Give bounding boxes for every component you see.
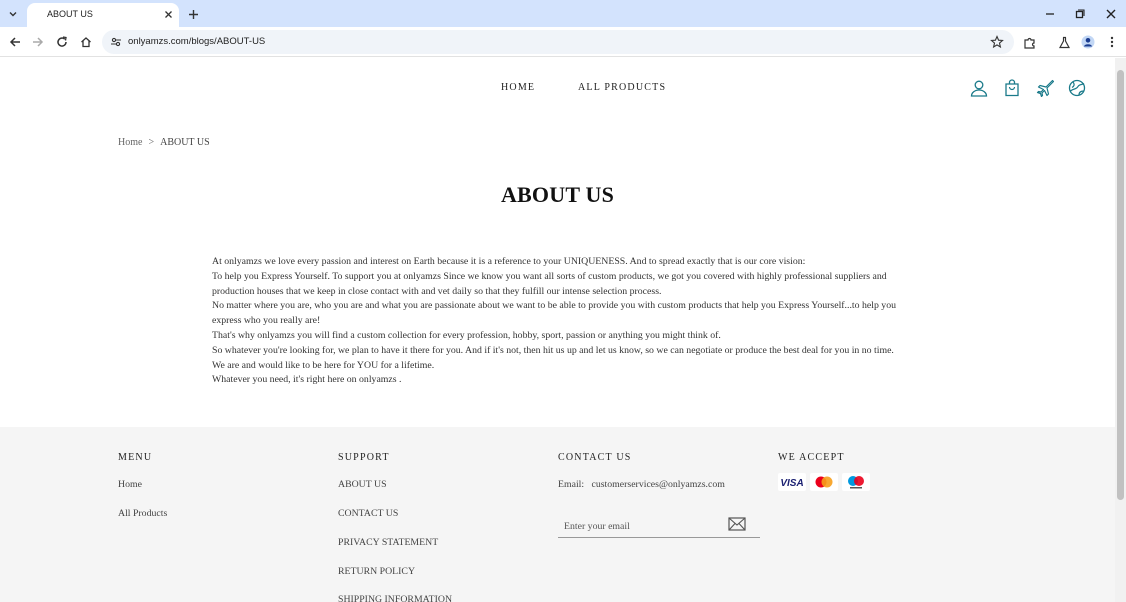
about-paragraph: To help you Express Yourself. To support… [212, 270, 887, 297]
footer-contact-heading: CONTACT US [558, 452, 632, 463]
footer-link-contact-us[interactable]: CONTACT US [338, 508, 398, 519]
airplane-icon[interactable] [1036, 79, 1054, 97]
globe-icon[interactable] [1068, 79, 1086, 97]
chevron-down-icon [9, 12, 17, 17]
more-vertical-icon [1110, 36, 1114, 48]
reload-icon [57, 36, 67, 47]
tab-close-button[interactable] [162, 8, 174, 20]
puzzle-icon [1023, 37, 1035, 49]
footer-payments-heading: WE ACCEPT [778, 452, 845, 463]
site-info-icon[interactable] [110, 36, 122, 48]
site-header: HOME ALL PRODUCTS [0, 58, 1115, 118]
arrow-left-icon [9, 37, 20, 47]
about-paragraph: No matter where you are, who you are and… [212, 300, 896, 327]
about-paragraph: That's why onlyamzs you will find a cust… [212, 329, 721, 341]
plus-icon [188, 9, 198, 19]
back-button[interactable] [6, 33, 24, 51]
envelope-send-icon[interactable] [728, 516, 746, 532]
restore-icon [1075, 9, 1085, 19]
home-icon [81, 37, 91, 48]
footer-link-shipping-information[interactable]: SHIPPING INFORMATION [338, 594, 452, 602]
breadcrumb-separator: > [148, 137, 155, 148]
close-icon [1106, 9, 1116, 19]
maestro-card-icon [842, 473, 870, 491]
profile-button[interactable] [1079, 33, 1097, 51]
footer-support-column: SUPPORT ABOUT US CONTACT US PRIVACY STAT… [338, 452, 452, 602]
minimize-button[interactable] [1041, 5, 1059, 23]
profile-avatar-icon [1081, 35, 1095, 49]
scrollbar-thumb[interactable] [1117, 70, 1124, 500]
footer-link-return-policy[interactable]: RETURN POLICY [338, 566, 415, 577]
flask-icon [1058, 36, 1070, 48]
browser-toolbar: onlyamzs.com/blogs/ABOUT-US [0, 27, 1126, 57]
newsletter-email-input[interactable] [564, 518, 714, 534]
close-icon [164, 10, 172, 18]
browser-menu-button[interactable] [1103, 33, 1121, 51]
about-paragraph: At onlyamzs we love every passion and in… [212, 256, 806, 267]
arrow-right-icon [33, 37, 44, 47]
breadcrumb-current: ABOUT US [160, 137, 210, 148]
nav-all-products-link[interactable]: ALL PRODUCTS [578, 82, 666, 93]
user-account-icon[interactable] [970, 79, 988, 97]
bookmark-star-icon[interactable] [990, 35, 1004, 49]
newsletter-form [558, 514, 760, 538]
footer-menu-heading: MENU [118, 452, 153, 463]
about-content: At onlyamzs we love every passion and in… [212, 255, 902, 388]
address-bar[interactable]: onlyamzs.com/blogs/ABOUT-US [102, 30, 1014, 54]
footer-contact-column: CONTACT US Email: customerservices@onlya… [558, 452, 768, 538]
tab-search-button[interactable] [4, 5, 22, 23]
footer-email-line: Email: customerservices@onlyamzs.com [558, 479, 725, 490]
page-scrollbar[interactable] [1115, 58, 1126, 602]
footer-support-heading: SUPPORT [338, 452, 390, 463]
browser-tab[interactable]: ABOUT US [27, 3, 179, 27]
site-footer: MENU Home All Products SUPPORT ABOUT US … [0, 427, 1115, 602]
about-paragraph: Whatever you need, it's right here on on… [212, 374, 402, 386]
restore-button[interactable] [1071, 5, 1089, 23]
visa-card-icon: VISA [778, 473, 806, 491]
page-viewport: HOME ALL PRODUCTS Home > ABOUT US ABOUT US… [0, 58, 1126, 602]
home-button[interactable] [77, 33, 95, 51]
breadcrumb-home-link[interactable]: Home [118, 137, 142, 148]
email-label: Email: [558, 479, 585, 490]
window-close-button[interactable] [1102, 5, 1120, 23]
footer-link-privacy-statement[interactable]: PRIVACY STATEMENT [338, 537, 438, 548]
footer-link-about-us[interactable]: ABOUT US [338, 479, 387, 490]
minimize-icon [1046, 13, 1054, 15]
breadcrumb: Home > ABOUT US [118, 137, 210, 148]
email-link[interactable]: customerservices@onlyamzs.com [591, 479, 724, 490]
about-paragraph: So whatever you're looking for, we plan … [212, 344, 894, 371]
forward-button[interactable] [29, 33, 47, 51]
url-text: onlyamzs.com/blogs/ABOUT-US [128, 36, 266, 47]
mastercard-icon [810, 473, 838, 491]
reload-button[interactable] [53, 33, 71, 51]
browser-tab-bar: ABOUT US [0, 0, 1126, 27]
footer-link-all-products[interactable]: All Products [118, 508, 167, 519]
visa-wordmark: VISA [780, 478, 803, 489]
labs-button[interactable] [1055, 33, 1073, 51]
footer-link-home[interactable]: Home [118, 479, 142, 490]
new-tab-button[interactable] [185, 6, 201, 22]
tab-title: ABOUT US [47, 9, 93, 19]
footer-menu-column: MENU Home All Products [118, 452, 167, 519]
extensions-button[interactable] [1020, 33, 1038, 51]
page-title: ABOUT US [500, 182, 615, 207]
footer-payments-column: WE ACCEPT VISA [778, 452, 898, 491]
nav-home-link[interactable]: HOME [501, 82, 535, 93]
shopping-bag-icon[interactable] [1003, 79, 1021, 97]
